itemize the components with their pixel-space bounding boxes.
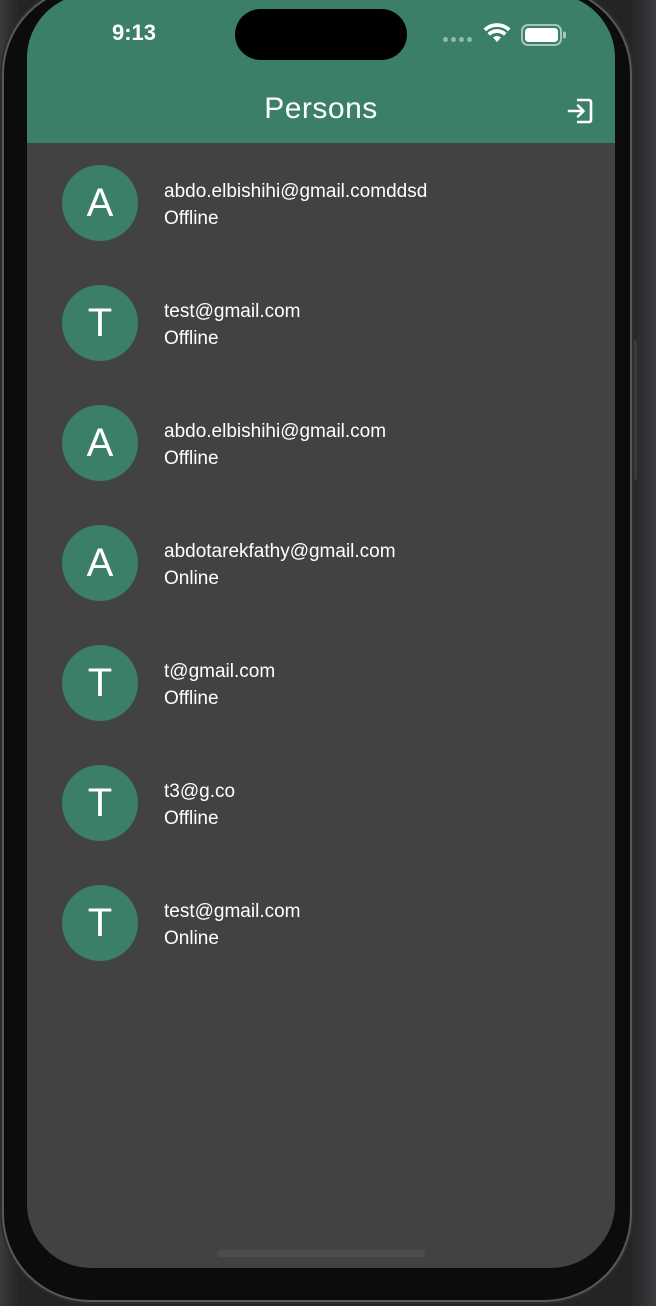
person-info: abdo.elbishihi@gmail.comddsd Offline (164, 179, 427, 233)
home-indicator[interactable] (217, 1250, 425, 1257)
page-title: Persons (264, 92, 378, 125)
person-status: Online (164, 928, 219, 949)
person-status: Offline (164, 448, 219, 469)
person-email: test@gmail.com (164, 901, 301, 922)
person-email: abdo.elbishihi@gmail.com (164, 421, 387, 442)
avatar: T (62, 285, 138, 361)
list-item[interactable]: A abdo.elbishihi@gmail.comddsd Offline (27, 143, 615, 263)
phone-screen: 9:13 Persons A abdo.elbishihi@gmail.comd… (27, 0, 615, 1268)
avatar: A (62, 405, 138, 481)
logout-button[interactable] (563, 94, 597, 128)
person-email: test@gmail.com (164, 301, 301, 322)
list-item[interactable]: T t3@g.co Offline (27, 743, 615, 863)
person-email: t3@g.co (164, 781, 236, 802)
person-info: test@gmail.com Online (164, 899, 301, 953)
app-bar: 9:13 Persons (27, 0, 615, 143)
person-info: abdotarekfathy@gmail.com Online (164, 539, 396, 593)
logout-icon (567, 98, 593, 124)
person-email: t@gmail.com (164, 661, 276, 682)
list-item[interactable]: A abdo.elbishihi@gmail.com Offline (27, 383, 615, 503)
person-email: abdotarekfathy@gmail.com (164, 541, 396, 562)
person-info: abdo.elbishihi@gmail.com Offline (164, 419, 386, 473)
dynamic-island (235, 9, 407, 60)
person-email: abdo.elbishihi@gmail.comddsd (164, 181, 428, 202)
person-info: t3@g.co Offline (164, 779, 235, 833)
person-status: Offline (164, 688, 219, 709)
simulator-scrollbar[interactable] (632, 340, 637, 480)
desktop-background: 9:13 Persons A abdo.elbishihi@gmail.comd… (0, 0, 656, 1306)
list-item[interactable]: A abdotarekfathy@gmail.com Online (27, 503, 615, 623)
list-item[interactable]: T test@gmail.com Offline (27, 263, 615, 383)
persons-list: A abdo.elbishihi@gmail.comddsd Offline T… (27, 143, 615, 983)
status-time: 9:13 (112, 20, 157, 45)
person-status: Offline (164, 328, 219, 349)
battery-icon (521, 24, 566, 46)
person-status: Offline (164, 208, 219, 229)
phone-frame: 9:13 Persons A abdo.elbishihi@gmail.comd… (4, 0, 630, 1300)
list-item[interactable]: T test@gmail.com Online (27, 863, 615, 983)
avatar: T (62, 645, 138, 721)
person-status: Offline (164, 808, 219, 829)
list-item[interactable]: T t@gmail.com Offline (27, 623, 615, 743)
avatar: A (62, 525, 138, 601)
cellular-signal-icon (443, 37, 472, 42)
wifi-icon (483, 23, 511, 42)
person-info: test@gmail.com Offline (164, 299, 301, 353)
avatar: A (62, 165, 138, 241)
person-status: Online (164, 568, 219, 589)
person-info: t@gmail.com Offline (164, 659, 275, 713)
avatar: T (62, 765, 138, 841)
avatar: T (62, 885, 138, 961)
